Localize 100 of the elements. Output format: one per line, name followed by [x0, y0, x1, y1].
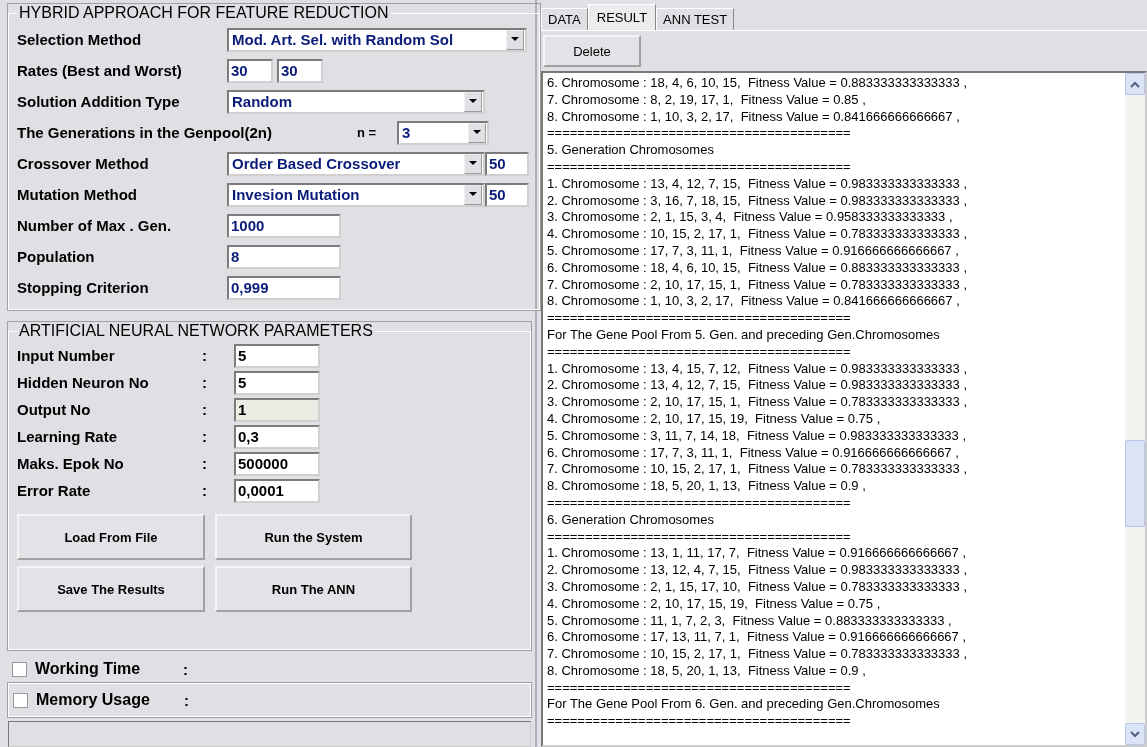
output-line: ========================================	[547, 494, 851, 512]
caret-icon	[506, 29, 524, 50]
input-field[interactable]: 5	[234, 370, 320, 395]
caret-icon	[464, 153, 482, 174]
action-button[interactable]: Run The ANN	[215, 566, 412, 612]
field-label: The Generations in the Genpool(2n)	[17, 124, 273, 141]
output-line: 3. Chromosome : 2, 1, 15, 3, 4, Fitness Value = 0.958333333333333 ,	[547, 209, 953, 227]
field-label: Mutation Method	[17, 186, 138, 203]
output-line: ========================================	[547, 125, 851, 143]
output-line: 2. Chromosome : 13, 12, 4, 7, 15, Fitness Value = 0.983333333333333 ,	[547, 562, 967, 579]
field-label: Selection Method	[17, 31, 143, 48]
tab[interactable]: DATA	[541, 8, 588, 30]
checkbox[interactable]	[12, 661, 27, 677]
output-line: 8. Chromosome : 18, 5, 20, 1, 13, Fitness Value = 0.9 ,	[547, 478, 866, 495]
separator-colon: :	[202, 347, 208, 364]
separator-colon: :	[202, 455, 208, 472]
method-dropdown[interactable]: Invesion Mutation	[227, 182, 485, 207]
field-label: Hidden Neuron No	[17, 374, 150, 391]
method-dropdown[interactable]: Order Based Crossover	[227, 151, 485, 176]
input-field[interactable]: 0,999	[227, 275, 341, 300]
separator-colon: :	[202, 401, 208, 418]
output-line: 7. Chromosome : 2, 10, 17, 15, 1, Fitness Value = 0.783333333333333 ,	[547, 276, 967, 294]
output-line: 1. Chromosome : 13, 4, 12, 7, 15, Fitness Value = 0.983333333333333 ,	[547, 175, 967, 193]
group-title: ARTIFICIAL NEURAL NETWORK PARAMETERS	[18, 322, 374, 340]
tab[interactable]: ANN TEST	[656, 8, 735, 30]
scrollbar-drawing[interactable]	[1125, 73, 1145, 745]
field-label: Population	[17, 248, 96, 265]
output-line: 5. Chromosome : 3, 11, 7, 14, 18, Fitness Value = 0.983333333333333 ,	[547, 427, 967, 445]
output-line: ========================================	[547, 713, 851, 731]
output-line: 8. Chromosome : 18, 5, 20, 1, 13, Fitness Value = 0.9 ,	[547, 662, 866, 680]
separator-colon: :	[202, 482, 208, 499]
output-line: 6. Chromosome : 18, 4, 6, 10, 15, Fitness Value = 0.883333333333333 ,	[547, 75, 967, 92]
separator-colon: :	[202, 428, 208, 445]
field-label: Output No	[17, 401, 92, 418]
input-field[interactable]: 5	[234, 343, 320, 368]
input-field[interactable]: 30	[227, 58, 273, 83]
output-line: ========================================	[547, 159, 851, 176]
output-text-area[interactable]	[541, 71, 1147, 747]
field-label: Input Number	[17, 347, 116, 364]
action-button[interactable]: Load From File	[17, 514, 205, 560]
output-line: 4. Chromosome : 2, 10, 17, 15, 19, Fitness Value = 0.75 ,	[547, 595, 881, 613]
field-label: Solution Addition Type	[17, 93, 181, 110]
input-field[interactable]: 0,0001	[234, 478, 320, 503]
output-line: 4. Chromosome : 10, 15, 2, 17, 1, Fitness Value = 0.783333333333333 ,	[547, 226, 967, 243]
output-line: For The Gene Pool From 6. Gen. and preceding Gen.Chromosomes	[547, 696, 940, 714]
input-field[interactable]: 1000	[227, 213, 341, 238]
output-line: 8. Chromosome : 1, 10, 3, 2, 17, Fitness Value = 0.841666666666667 ,	[547, 108, 960, 126]
output-line: 4. Chromosome : 2, 10, 17, 15, 19, Fitness Value = 0.75 ,	[547, 410, 881, 428]
output-line: 6. Chromosome : 17, 13, 11, 7, 1, Fitness Value = 0.916666666666667 ,	[547, 629, 967, 647]
separator-colon: :	[183, 660, 188, 678]
field-label: Stopping Criterion	[17, 279, 150, 296]
field-label: n =	[357, 125, 378, 140]
solution-type-dropdown[interactable]: Random	[227, 89, 485, 114]
output-line: 3. Chromosome : 2, 1, 15, 17, 10, Fitness Value = 0.783333333333333 ,	[547, 578, 967, 596]
selection-method-dropdown[interactable]: Mod. Art. Sel. with Random Sol	[227, 27, 527, 52]
caret-icon	[468, 122, 486, 143]
output-line: 6. Chromosome : 17, 7, 3, 11, 1, Fitness Value = 0.916666666666667 ,	[547, 444, 959, 462]
output-line: 7. Chromosome : 8, 2, 19, 17, 1, Fitness Value = 0.85 ,	[547, 91, 866, 109]
tab[interactable]: RESULT	[587, 4, 657, 30]
caret-icon	[464, 184, 482, 205]
input-field[interactable]: 0,3	[234, 424, 320, 449]
output-line: 2. Chromosome : 3, 16, 7, 18, 15, Fitness Value = 0.983333333333333 ,	[547, 192, 967, 210]
field-label: Learning Rate	[17, 428, 119, 445]
separator-colon: :	[184, 691, 189, 709]
output-line: 1. Chromosome : 13, 4, 15, 7, 12, Fitness Value = 0.983333333333333 ,	[547, 360, 967, 378]
output-line: 8. Chromosome : 1, 10, 3, 2, 17, Fitness Value = 0.841666666666667 ,	[547, 293, 960, 311]
output-line: 1. Chromosome : 13, 1, 11, 17, 7, Fitness Value = 0.916666666666667 ,	[547, 545, 967, 563]
delete-button[interactable]: Delete	[543, 35, 641, 67]
output-line: 6. Chromosome : 18, 4, 6, 10, 15, Fitness Value = 0.883333333333333 ,	[547, 259, 967, 277]
group-title: HYBRID APPROACH FOR FEATURE REDUCTION	[18, 4, 390, 22]
output-line: 5. Generation Chromosomes	[547, 142, 714, 159]
output-line: 3. Chromosome : 2, 10, 17, 15, 1, Fitness Value = 0.783333333333333 ,	[547, 394, 967, 411]
output-line: For The Gene Pool From 5. Gen. and preceding Gen.Chromosomes	[547, 326, 940, 344]
output-line: 7. Chromosome : 10, 15, 2, 17, 1, Fitness Value = 0.783333333333333 ,	[547, 646, 967, 663]
rate-field[interactable]: 50	[485, 151, 529, 176]
action-button[interactable]: Save The Results	[17, 566, 205, 612]
input-field[interactable]: 500000	[234, 451, 320, 476]
output-line: ========================================	[547, 310, 851, 327]
output-line: 5. Chromosome : 17, 7, 3, 11, 1, Fitness Value = 0.916666666666667 ,	[547, 242, 959, 260]
separator-colon: :	[202, 374, 208, 391]
caret-icon	[464, 91, 482, 112]
field-label: Maks. Epok No	[17, 455, 125, 472]
output-line: 2. Chromosome : 13, 4, 12, 7, 15, Fitness Value = 0.983333333333333 ,	[547, 377, 967, 395]
rate-field[interactable]: 50	[485, 182, 529, 207]
generations-dropdown[interactable]: 3	[397, 120, 489, 145]
field-label: Rates (Best and Worst)	[17, 62, 183, 79]
output-line: ========================================	[547, 343, 851, 361]
action-button[interactable]: Run the System	[215, 514, 412, 560]
output-line: 7. Chromosome : 10, 15, 2, 17, 1, Fitness Value = 0.783333333333333 ,	[547, 461, 967, 479]
output-line: 5. Chromosome : 11, 1, 7, 2, 3, Fitness Value = 0.883333333333333 ,	[547, 612, 952, 630]
field-label: Error Rate	[17, 482, 92, 499]
input-field[interactable]: 30	[277, 58, 323, 83]
output-line: 6. Generation Chromosomes	[547, 511, 714, 529]
checkbox[interactable]	[13, 692, 28, 708]
output-line: ========================================	[547, 528, 851, 546]
field-label: Crossover Method	[17, 155, 150, 172]
checkbox-label: Working Time	[35, 660, 142, 679]
output-line: ========================================	[547, 679, 851, 697]
field-label: Number of Max . Gen.	[17, 217, 173, 234]
input-field[interactable]: 8	[227, 244, 341, 269]
